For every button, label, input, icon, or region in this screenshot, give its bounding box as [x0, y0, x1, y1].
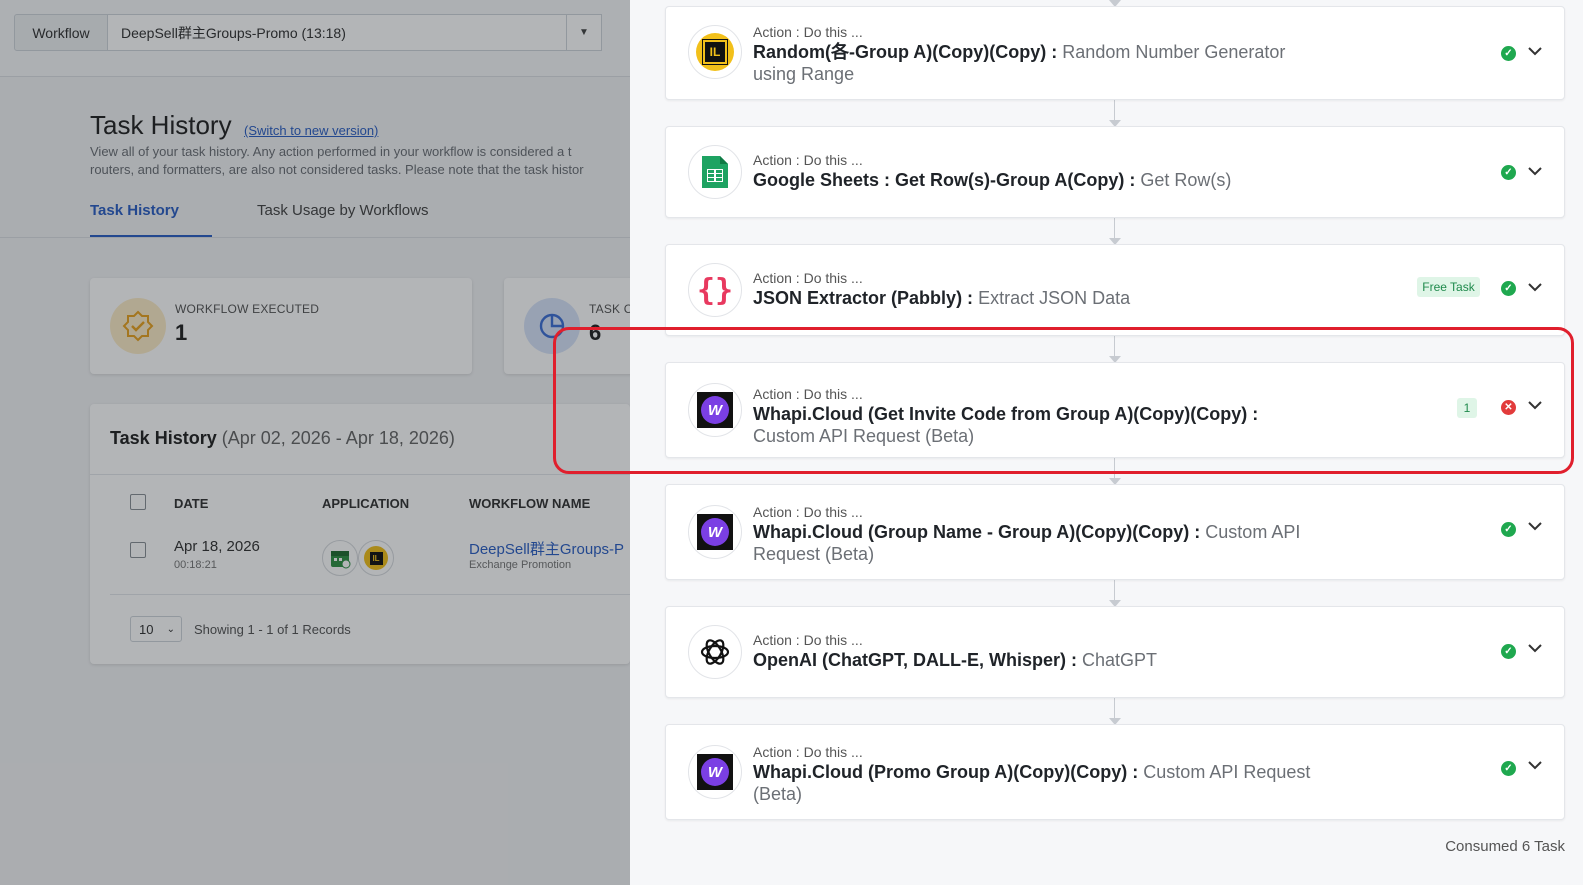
- chevron-down-icon[interactable]: [1523, 161, 1547, 181]
- step-title: Whapi.Cloud (Promo Group A)(Copy)(Copy) …: [753, 761, 1313, 805]
- chevron-down-icon[interactable]: [1523, 755, 1547, 775]
- free-task-badge: Free Task: [1417, 277, 1480, 297]
- step-title: OpenAI (ChatGPT, DALL-E, Whisper) : Chat…: [753, 649, 1313, 671]
- chevron-down-icon[interactable]: [1523, 516, 1547, 536]
- chevron-down-icon[interactable]: [1523, 41, 1547, 61]
- success-check-icon: ✓: [1501, 522, 1516, 537]
- whapi-icon: W: [688, 745, 742, 799]
- step-app: JSON Extractor (Pabbly) :: [753, 288, 974, 308]
- step-card-google-sheets[interactable]: Action : Do this ... Google Sheets : Get…: [665, 126, 1565, 218]
- step-kicker: Action : Do this ...: [753, 504, 863, 520]
- random-number-icon: IL: [688, 25, 742, 79]
- chevron-down-icon[interactable]: [1523, 638, 1547, 658]
- success-check-icon: ✓: [1501, 46, 1516, 61]
- success-check-icon: ✓: [1501, 281, 1516, 296]
- error-step-highlight: [553, 327, 1574, 474]
- success-check-icon: ✓: [1501, 644, 1516, 659]
- step-title: Whapi.Cloud (Group Name - Group A)(Copy)…: [753, 521, 1313, 565]
- success-check-icon: ✓: [1501, 165, 1516, 180]
- step-app: Google Sheets : Get Row(s)-Group A(Copy)…: [753, 170, 1136, 190]
- json-braces-icon: {}: [688, 263, 742, 317]
- step-title: JSON Extractor (Pabbly) : Extract JSON D…: [753, 287, 1313, 309]
- step-card-random[interactable]: IL Action : Do this ... Random(各-Group A…: [665, 6, 1565, 100]
- step-kicker: Action : Do this ...: [753, 632, 863, 648]
- modal-backdrop[interactable]: [0, 0, 630, 885]
- step-card-json-extractor[interactable]: {} Action : Do this ... JSON Extractor (…: [665, 244, 1565, 336]
- step-action: Extract JSON Data: [978, 288, 1131, 308]
- step-action: ChatGPT: [1082, 650, 1158, 670]
- step-action: Get Row(s): [1140, 170, 1232, 190]
- step-app: Random(各-Group A)(Copy)(Copy) :: [753, 42, 1058, 62]
- step-card-whapi-group-name[interactable]: W Action : Do this ... Whapi.Cloud (Grou…: [665, 484, 1565, 580]
- step-kicker: Action : Do this ...: [753, 270, 863, 286]
- openai-icon: [688, 625, 742, 679]
- step-app: Whapi.Cloud (Promo Group A)(Copy)(Copy) …: [753, 762, 1139, 782]
- step-kicker: Action : Do this ...: [753, 744, 863, 760]
- consumed-tasks-summary: Consumed 6 Task: [1445, 838, 1565, 855]
- step-card-whapi-promo[interactable]: W Action : Do this ... Whapi.Cloud (Prom…: [665, 724, 1565, 820]
- step-app: OpenAI (ChatGPT, DALL-E, Whisper) :: [753, 650, 1077, 670]
- chevron-down-icon[interactable]: [1523, 277, 1547, 297]
- step-kicker: Action : Do this ...: [753, 152, 863, 168]
- step-title: Random(各-Group A)(Copy)(Copy) : Random N…: [753, 41, 1313, 85]
- connector-line: [1114, 100, 1115, 120]
- step-title: Google Sheets : Get Row(s)-Group A(Copy)…: [753, 169, 1313, 191]
- success-check-icon: ✓: [1501, 761, 1516, 776]
- step-app: Whapi.Cloud (Group Name - Group A)(Copy)…: [753, 522, 1201, 542]
- step-card-openai[interactable]: Action : Do this ... OpenAI (ChatGPT, DA…: [665, 606, 1565, 698]
- connector-line: [1114, 698, 1115, 718]
- google-sheets-icon: [688, 145, 742, 199]
- step-kicker: Action : Do this ...: [753, 24, 863, 40]
- connector-line: [1114, 580, 1115, 600]
- connector-line: [1114, 218, 1115, 238]
- whapi-icon: W: [688, 505, 742, 559]
